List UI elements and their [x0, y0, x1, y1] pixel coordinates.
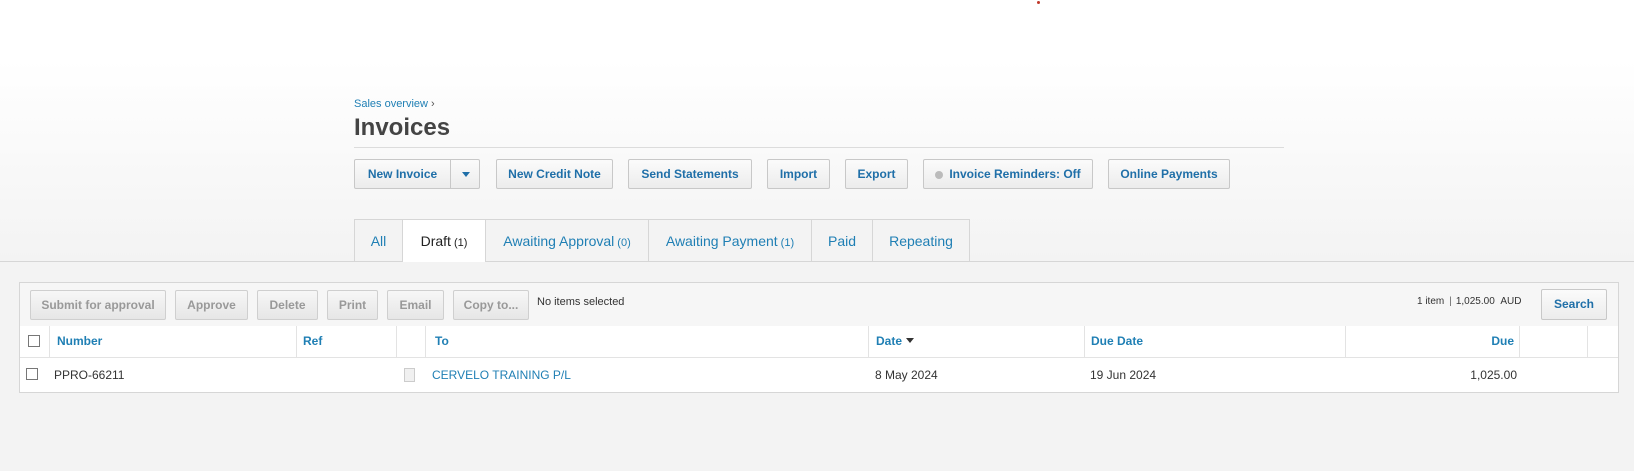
row-select-checkbox[interactable]	[26, 368, 38, 380]
submit-for-approval-button[interactable]: Submit for approval	[30, 290, 166, 320]
tab-awaiting-approval[interactable]: Awaiting Approval (0)	[485, 219, 649, 261]
column-divider	[1519, 326, 1520, 357]
bulk-action-bar: Submit for approval Approve Delete Print…	[20, 283, 1618, 327]
column-divider	[49, 326, 50, 357]
approve-button[interactable]: Approve	[175, 290, 248, 320]
delete-button[interactable]: Delete	[257, 290, 318, 320]
page-header: Sales overview › Invoices	[354, 97, 1284, 142]
tab-repeating[interactable]: Repeating	[872, 219, 970, 261]
tab-draft-count: (1)	[453, 237, 468, 249]
select-all-checkbox[interactable]	[28, 335, 40, 347]
row-due-amount: 1,025.00	[1470, 368, 1517, 382]
column-divider	[868, 326, 869, 357]
invoice-list-panel: Submit for approval Approve Delete Print…	[19, 282, 1619, 393]
table-row[interactable]: PPRO-66211 CERVELO TRAINING P/L 8 May 20…	[20, 358, 1618, 392]
column-header-to[interactable]: To	[435, 326, 449, 357]
new-invoice-split-button: New Invoice	[354, 159, 480, 189]
row-due-date: 19 Jun 2024	[1090, 368, 1157, 382]
column-header-ref[interactable]: Ref	[303, 326, 322, 357]
document-icon	[404, 368, 415, 382]
send-statements-button[interactable]: Send Statements	[628, 159, 752, 189]
breadcrumb-sales-overview-link[interactable]: Sales overview	[354, 98, 428, 110]
tab-draft[interactable]: Draft (1)	[402, 219, 486, 262]
column-divider	[1345, 326, 1346, 357]
column-divider	[296, 326, 297, 357]
split-divider	[450, 160, 451, 188]
column-divider	[396, 326, 397, 357]
tab-awaiting-payment-count: (1)	[780, 237, 795, 249]
column-divider	[425, 326, 426, 357]
breadcrumb: Sales overview ›	[354, 97, 1284, 111]
tab-awaiting-approval-count: (0)	[617, 237, 631, 249]
print-button[interactable]: Print	[327, 290, 378, 320]
tab-repeating-label: Repeating	[889, 233, 953, 249]
title-divider	[354, 147, 1284, 148]
new-credit-note-button[interactable]: New Credit Note	[496, 159, 613, 189]
breadcrumb-separator: ›	[430, 98, 435, 110]
tab-awaiting-payment[interactable]: Awaiting Payment (1)	[648, 219, 812, 261]
row-date: 8 May 2024	[875, 368, 938, 382]
column-divider	[1084, 326, 1085, 357]
invoice-reminders-label: Invoice Reminders: Off	[949, 167, 1081, 181]
tab-awaiting-approval-label: Awaiting Approval	[503, 233, 615, 249]
list-summary: 1 item | 1,025.00 AUD	[1417, 296, 1521, 307]
tab-draft-label: Draft	[420, 233, 451, 249]
tabs-divider	[0, 261, 1634, 262]
tab-paid-label: Paid	[827, 233, 857, 249]
column-header-due[interactable]: Due	[1420, 326, 1514, 357]
tab-all[interactable]: All	[354, 219, 403, 261]
column-header-date-label: Date	[876, 334, 903, 348]
import-button[interactable]: Import	[767, 159, 830, 189]
reminders-status-icon	[935, 171, 944, 179]
invoice-reminders-button[interactable]: Invoice Reminders: Off	[923, 159, 1093, 189]
column-divider	[1587, 326, 1588, 357]
row-number[interactable]: PPRO-66211	[54, 358, 124, 392]
email-button[interactable]: Email	[387, 290, 444, 320]
tab-all-label: All	[370, 233, 387, 249]
copy-to-button[interactable]: Copy to...	[453, 290, 529, 320]
row-to-contact[interactable]: CERVELO TRAINING P/L	[432, 358, 571, 392]
table-header: Number Ref To Date Due Date Due	[20, 326, 1618, 358]
online-payments-button[interactable]: Online Payments	[1108, 159, 1230, 189]
selection-status: No items selected	[537, 296, 625, 308]
summary-item-count: 1 item	[1417, 296, 1445, 307]
summary-currency: AUD	[1500, 296, 1522, 307]
summary-amount: 1,025.00	[1455, 296, 1495, 307]
status-dot	[1037, 1, 1040, 4]
tab-awaiting-payment-label: Awaiting Payment	[665, 233, 778, 249]
new-invoice-button[interactable]: New Invoice	[355, 160, 450, 188]
column-header-number[interactable]: Number	[57, 326, 102, 357]
page-title: Invoices	[354, 114, 451, 141]
sort-descending-icon	[906, 338, 915, 343]
column-header-date[interactable]: Date	[876, 326, 915, 357]
search-button[interactable]: Search	[1541, 289, 1607, 320]
column-header-due-date[interactable]: Due Date	[1091, 326, 1143, 357]
new-invoice-dropdown-icon[interactable]	[462, 172, 470, 177]
tab-paid[interactable]: Paid	[811, 219, 873, 261]
export-button[interactable]: Export	[845, 159, 908, 189]
summary-separator: |	[1449, 296, 1452, 307]
